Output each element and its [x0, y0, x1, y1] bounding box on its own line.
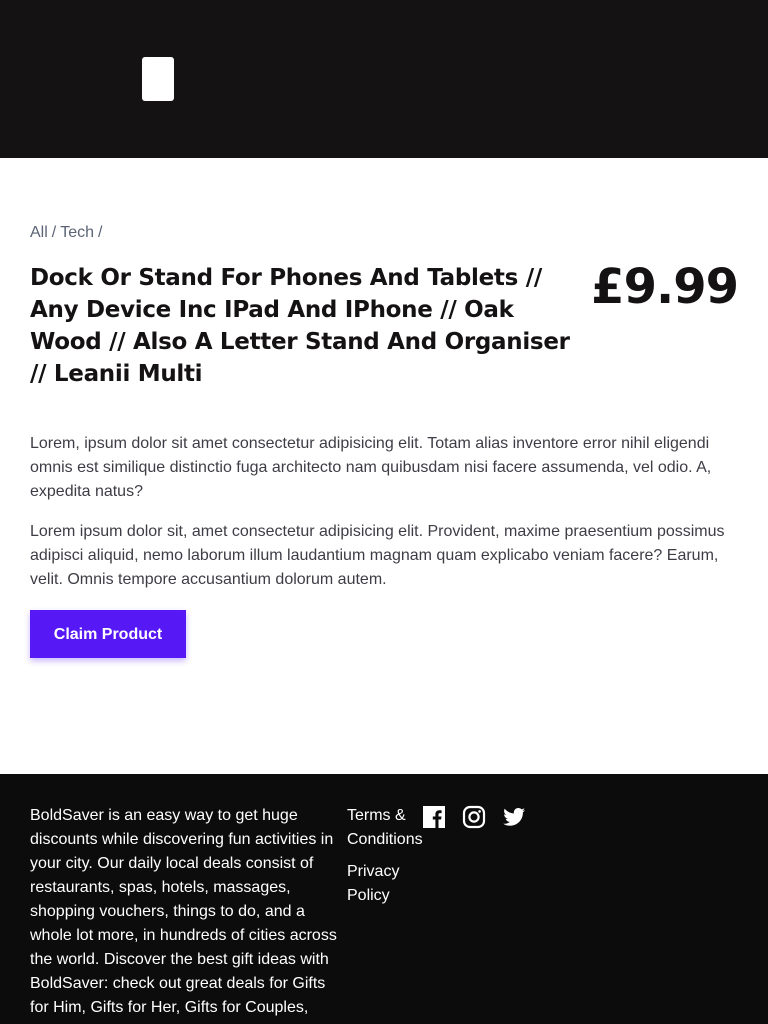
site-header: [0, 0, 768, 158]
social-links: [422, 805, 526, 829]
product-price: £9.99: [591, 259, 739, 315]
terms-link[interactable]: Terms & Conditions: [347, 804, 427, 852]
breadcrumb-separator: /: [51, 224, 57, 241]
breadcrumb: All / Tech /: [30, 224, 738, 244]
menu-button[interactable]: [142, 57, 174, 101]
breadcrumb-item-all[interactable]: All: [30, 224, 48, 241]
breadcrumb-item-tech[interactable]: Tech: [60, 224, 94, 241]
instagram-icon[interactable]: [462, 805, 486, 829]
title-row: Dock Or Stand For Phones And Tablets // …: [30, 259, 739, 390]
breadcrumb-separator: /: [98, 224, 103, 241]
product-description: Lorem, ipsum dolor sit amet consectetur …: [30, 435, 712, 500]
product-title: Dock Or Stand For Phones And Tablets // …: [30, 265, 570, 387]
claim-product-button[interactable]: Claim Product: [30, 610, 186, 658]
facebook-icon[interactable]: [422, 805, 446, 829]
twitter-icon[interactable]: [502, 805, 526, 829]
footer-about-text: BoldSaver is an easy way to get huge dis…: [30, 807, 337, 1016]
product-page: All / Tech / Dock Or Stand For Phones And T…: [0, 224, 768, 658]
privacy-link[interactable]: Privacy Policy: [347, 860, 427, 908]
footer-links: Terms & Conditions Privacy Policy: [347, 804, 427, 908]
product-description: Lorem ipsum dolor sit, amet consectetur …: [30, 523, 725, 588]
site-footer: BoldSaver is an easy way to get huge dis…: [0, 774, 768, 1024]
